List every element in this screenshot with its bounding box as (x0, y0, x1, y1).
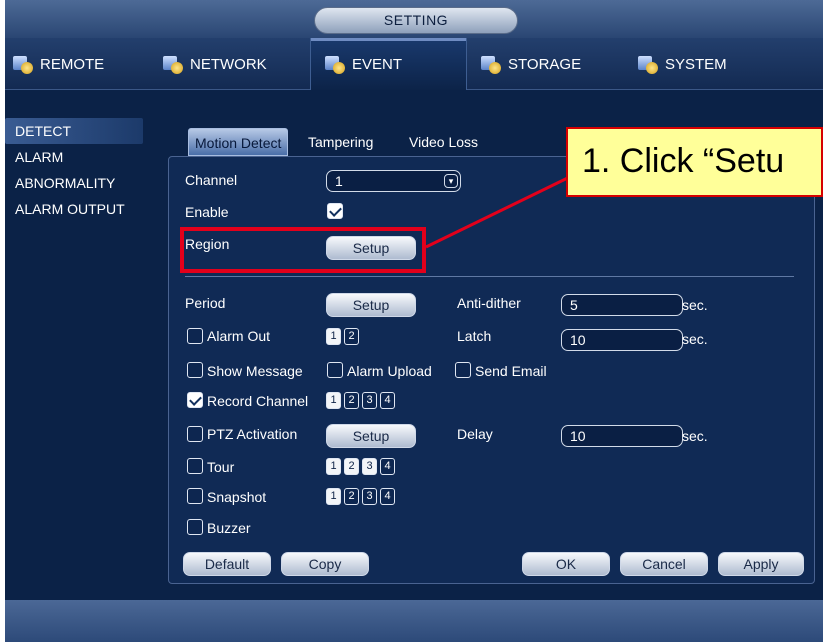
callout-pointer-line (425, 168, 585, 249)
region-highlight-box (180, 227, 426, 273)
instruction-callout: 1. Click “Setu (566, 127, 823, 197)
